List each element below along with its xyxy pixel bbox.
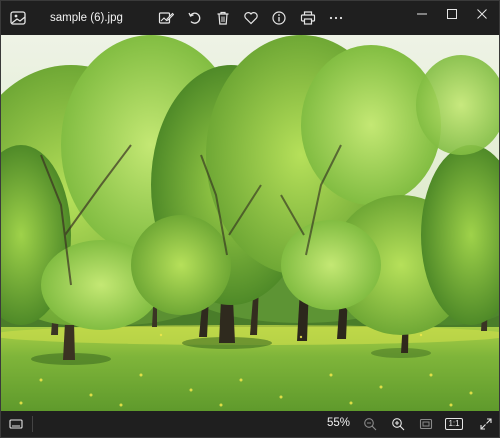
actual-size-label: 1:1 bbox=[445, 418, 463, 430]
maximize-icon[interactable] bbox=[437, 1, 467, 27]
print-icon[interactable] bbox=[298, 8, 318, 28]
rotate-icon[interactable] bbox=[185, 8, 205, 28]
delete-icon[interactable] bbox=[213, 8, 233, 28]
fit-to-window-icon[interactable] bbox=[417, 415, 435, 433]
photos-app-icon bbox=[9, 9, 27, 27]
title-bar: sample (6).jpg bbox=[1, 1, 499, 35]
edit-image-icon[interactable] bbox=[156, 8, 176, 28]
filmstrip-icon[interactable] bbox=[7, 415, 25, 433]
favorite-icon[interactable] bbox=[241, 8, 261, 28]
status-bar: 55% 1:1 bbox=[1, 411, 499, 437]
divider bbox=[32, 416, 33, 432]
more-icon[interactable] bbox=[326, 8, 346, 28]
photos-window: sample (6).jpg 55% 1:1 bbox=[0, 0, 500, 438]
forest-photo bbox=[1, 35, 499, 411]
zoom-out-icon[interactable] bbox=[361, 415, 379, 433]
fullscreen-icon[interactable] bbox=[477, 415, 495, 433]
photo-view[interactable] bbox=[1, 35, 499, 411]
zoom-level: 55% bbox=[327, 417, 351, 429]
close-icon[interactable] bbox=[467, 1, 497, 27]
info-icon[interactable] bbox=[269, 8, 289, 28]
file-name: sample (6).jpg bbox=[50, 12, 123, 24]
minimize-icon[interactable] bbox=[407, 1, 437, 27]
zoom-in-icon[interactable] bbox=[389, 415, 407, 433]
actual-size-button[interactable]: 1:1 bbox=[445, 415, 463, 433]
